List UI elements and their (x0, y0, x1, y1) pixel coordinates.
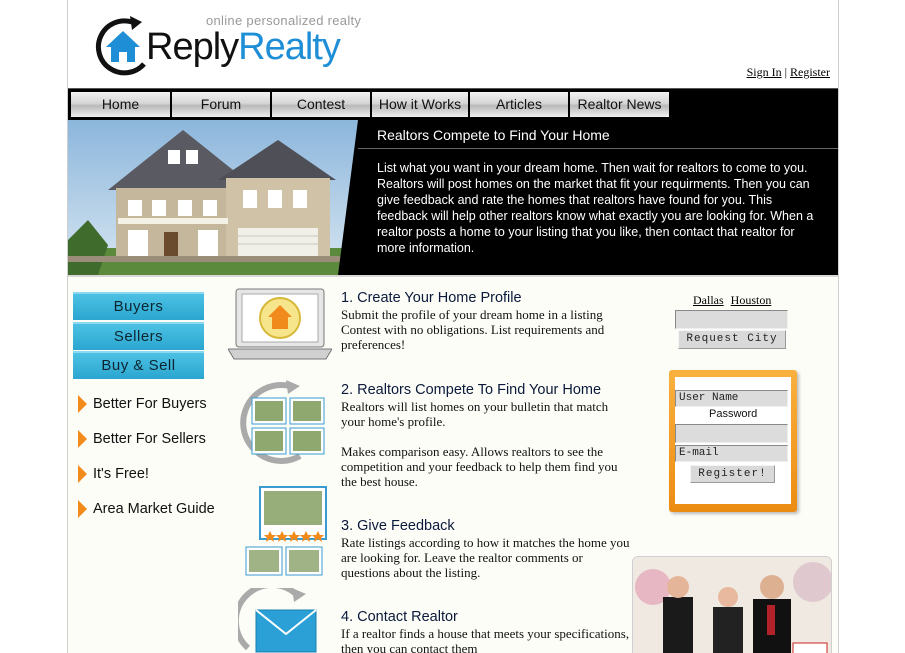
nav-home[interactable]: Home (71, 92, 172, 117)
rating-listings-icon (245, 486, 327, 576)
better-for-buyers-link[interactable]: Better For Buyers (78, 395, 207, 413)
nav-contest[interactable]: Contest (272, 92, 372, 117)
envelope-icon (238, 588, 317, 653)
hero-text: List what you want in your dream home. T… (377, 161, 814, 255)
hero-divider (338, 120, 378, 275)
step-2-title: 2. Realtors Compete To Find Your Home (341, 382, 602, 398)
sellers-button[interactable]: Sellers (73, 322, 204, 350)
step-4-title: 4. Contact Realtor (341, 609, 458, 625)
nav-realtor-news[interactable]: Realtor News (570, 92, 671, 117)
hero-banner: Realtors Compete to Find Your Home List … (68, 120, 838, 275)
city-houston-link[interactable]: Houston (731, 293, 772, 307)
register-link[interactable]: Register (790, 65, 830, 79)
step-2-text-more: Makes comparison easy. Allows realtors t… (341, 444, 618, 489)
username-field[interactable]: User Name (675, 390, 788, 407)
password-label: Password (709, 408, 758, 420)
auth-links: Sign In | Register (747, 65, 830, 80)
step-2-text: Realtors will list homes on your bulleti… (341, 399, 609, 429)
nav-forum[interactable]: Forum (172, 92, 272, 117)
step-1-text: Submit the profile of your dream home in… (341, 307, 605, 352)
link-label: Better For Sellers (93, 430, 206, 447)
step-4-text: If a realtor finds a house that meets yo… (341, 626, 630, 653)
listings-cycle-icon (240, 380, 325, 464)
email-field[interactable]: E-mail (675, 445, 788, 462)
request-city-button[interactable]: Request City (678, 330, 786, 349)
page-container: online personalized realty ReplyRealty S… (67, 0, 839, 653)
hero-title: Realtors Compete to Find Your Home (377, 127, 610, 143)
hero-divider-line (358, 148, 838, 149)
buyers-button[interactable]: Buyers (73, 292, 204, 320)
buy-sell-button[interactable]: Buy & Sell (73, 351, 204, 379)
brand-reply: Reply (146, 26, 239, 68)
better-for-sellers-link[interactable]: Better For Sellers (78, 430, 206, 448)
city-links: Dallas Houston (693, 293, 775, 308)
main-nav: Home Forum Contest How it Works Articles… (68, 88, 838, 120)
orange-arrow-icon (78, 500, 87, 518)
step-1-title: 1. Create Your Home Profile (341, 290, 522, 306)
link-label: Area Market Guide (93, 500, 215, 517)
brand-realty: Realty (238, 26, 341, 68)
city-input[interactable] (675, 310, 788, 329)
its-free-link[interactable]: It's Free! (78, 465, 149, 483)
nav-how-it-works[interactable]: How it Works (372, 92, 470, 117)
laptop-house-icon (228, 288, 332, 360)
house-logo-icon (95, 16, 146, 76)
password-field[interactable] (675, 424, 788, 443)
nav-articles[interactable]: Articles (470, 92, 570, 117)
step-3-title: 3. Give Feedback (341, 518, 455, 534)
orange-arrow-icon (78, 395, 87, 413)
area-market-guide-link[interactable]: Area Market Guide (78, 500, 215, 518)
link-label: Better For Buyers (93, 395, 207, 412)
orange-arrow-icon (78, 430, 87, 448)
auth-separator: | (784, 65, 787, 79)
house-photo (68, 120, 358, 275)
brand-name: ReplyRealty (146, 26, 341, 68)
realtors-photo (632, 556, 832, 653)
register-button[interactable]: Register! (690, 465, 775, 483)
step-3-text: Rate listings according to how it matche… (341, 535, 630, 580)
sign-in-link[interactable]: Sign In (747, 65, 782, 79)
link-label: It's Free! (93, 465, 149, 482)
city-dallas-link[interactable]: Dallas (693, 293, 724, 307)
orange-arrow-icon (78, 465, 87, 483)
